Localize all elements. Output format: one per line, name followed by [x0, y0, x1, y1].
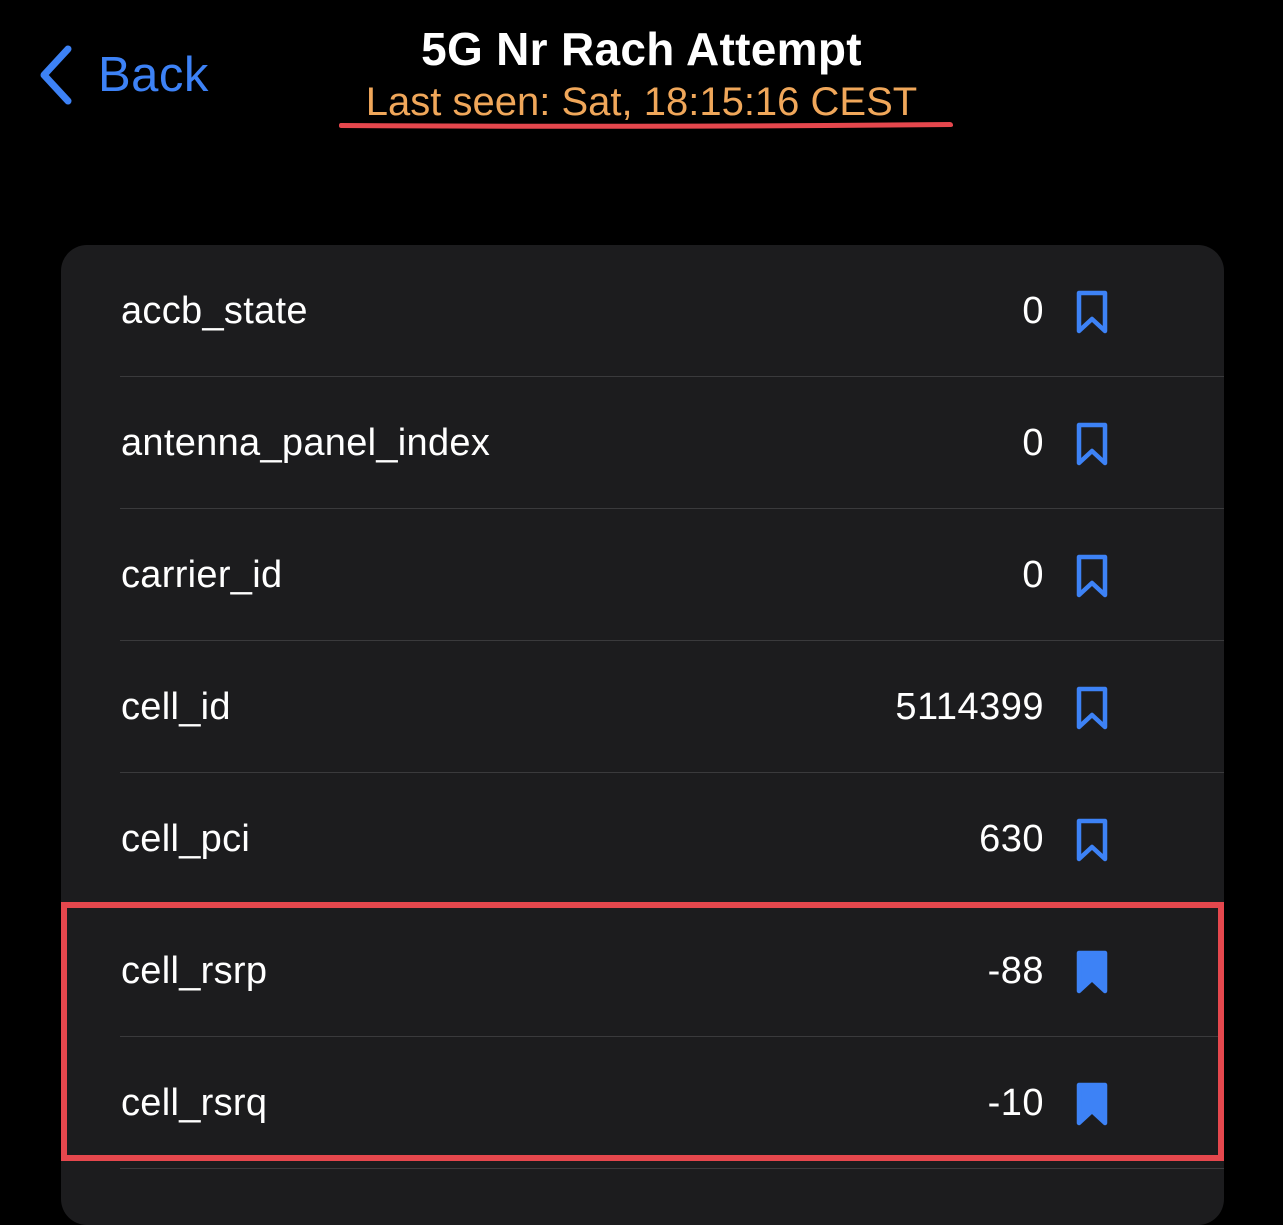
bookmark-outline-icon[interactable] — [1075, 553, 1109, 599]
attribute-value: 5114399 — [895, 686, 1044, 728]
row-divider — [120, 1168, 1224, 1169]
attribute-row-antenna-panel-index[interactable]: antenna_panel_index 0 — [61, 377, 1224, 509]
attribute-row-cell-id[interactable]: cell_id 5114399 — [61, 641, 1224, 773]
attribute-key: cell_id — [121, 686, 231, 728]
bookmark-outline-icon[interactable] — [1075, 685, 1109, 731]
attribute-row-cell-pci[interactable]: cell_pci 630 — [61, 773, 1224, 905]
annotation-highlight-box — [61, 902, 1224, 1161]
navigation-bar: Back 5G Nr Rach Attempt Last seen: Sat, … — [0, 0, 1283, 140]
attribute-key: carrier_id — [121, 554, 283, 596]
attribute-row-accb-state[interactable]: accb_state 0 — [61, 245, 1224, 377]
attribute-key: cell_pci — [121, 818, 251, 860]
attribute-key: antenna_panel_index — [121, 422, 491, 464]
attribute-value: 0 — [1022, 422, 1044, 464]
attribute-value: 0 — [1022, 290, 1044, 332]
attribute-value: 630 — [979, 818, 1044, 860]
bookmark-outline-icon[interactable] — [1075, 817, 1109, 863]
bookmark-outline-icon[interactable] — [1075, 289, 1109, 335]
title-group: 5G Nr Rach Attempt Last seen: Sat, 18:15… — [0, 20, 1283, 128]
page-title: 5G Nr Rach Attempt — [421, 23, 862, 75]
attribute-value: 0 — [1022, 554, 1044, 596]
last-seen-subtitle[interactable]: Last seen: Sat, 18:15:16 CEST — [362, 78, 921, 128]
attribute-key: accb_state — [121, 290, 308, 332]
bookmark-outline-icon[interactable] — [1075, 421, 1109, 467]
attribute-row-carrier-id[interactable]: carrier_id 0 — [61, 509, 1224, 641]
annotation-underline — [339, 122, 953, 129]
